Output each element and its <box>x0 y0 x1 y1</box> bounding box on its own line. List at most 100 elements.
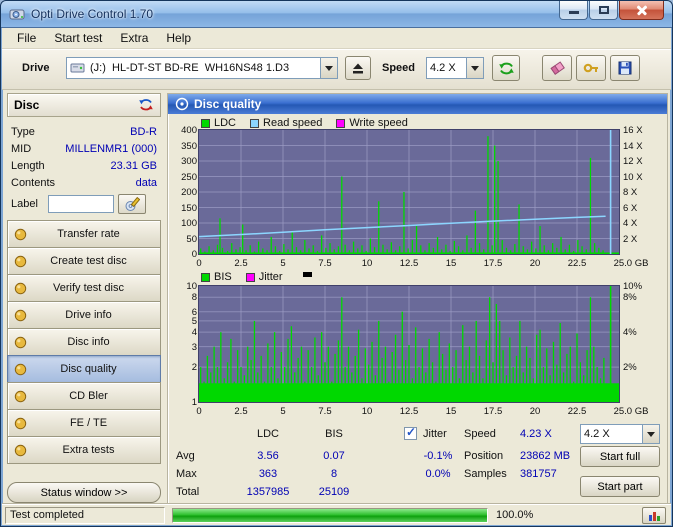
x-axis-tick: 22.5 <box>568 258 587 269</box>
y-axis-tick-right: 12 X <box>623 156 643 167</box>
y-axis-tick-left: 8 <box>171 292 197 303</box>
speed-select-value: 4.2 X <box>581 428 642 440</box>
sidebar-item-disc-info[interactable]: Disc info <box>7 328 161 356</box>
speed-stat-value: 4.23 X <box>520 428 552 440</box>
y-axis-tick-left: 10 <box>171 281 197 292</box>
write-speed-swatch-icon <box>336 119 345 128</box>
drive-select-value: (J:) HL-DT-ST BD-RE WH16NS48 1.D3 <box>87 62 320 74</box>
total-bis-value: 25109 <box>304 486 364 498</box>
sidebar-item-transfer-rate[interactable]: Transfer rate <box>7 220 161 248</box>
speed-select-toolbar[interactable]: 4.2 X <box>426 57 484 79</box>
eject-button[interactable] <box>345 56 371 80</box>
y-axis-tick-right: 2 X <box>623 234 637 245</box>
avg-bis-value: 0.07 <box>304 450 364 462</box>
save-icon <box>617 60 633 76</box>
disc-pencil-icon <box>124 196 140 212</box>
edit-label-button[interactable] <box>118 194 146 214</box>
samples-label: Samples <box>464 468 507 480</box>
refresh-button[interactable] <box>492 55 520 81</box>
maximize-button[interactable] <box>589 1 618 20</box>
drive-icon <box>70 60 85 76</box>
legend-item-ldc: LDC <box>201 117 236 129</box>
sidebar-nav: Transfer rateCreate test disc Verify test… <box>7 221 161 464</box>
chevron-down-icon[interactable] <box>642 425 659 443</box>
x-axis-tick: 17.5 <box>484 258 503 269</box>
menu-item-start-test[interactable]: Start test <box>45 28 111 48</box>
panel-header: Disc quality <box>168 94 667 114</box>
sidebar-item-label: Verify test disc <box>27 282 160 294</box>
sidebar-item-label: Disc info <box>27 336 160 348</box>
x-axis-tick: 7.5 <box>318 406 331 417</box>
legend-item-read-speed: Read speed <box>250 117 322 129</box>
y-axis-tick-right: 4% <box>623 327 637 338</box>
bis-swatch-icon <box>201 273 210 282</box>
max-row-label: Max <box>176 468 197 480</box>
y-axis-tick-left: 400 <box>171 125 197 136</box>
chart1-legend: LDCRead speedWrite speed <box>201 117 422 129</box>
sidebar-item-create-test-disc[interactable]: Create test disc <box>7 247 161 275</box>
extra-tests-icon <box>14 444 27 457</box>
sidebar-item-fe-te[interactable]: FE / TE <box>7 409 161 437</box>
disc-info-row-contents: Contentsdata <box>11 174 157 191</box>
refresh-disc-icon[interactable] <box>138 98 154 112</box>
status-chart-button[interactable] <box>642 507 666 524</box>
titlebar[interactable]: Opti Drive Control 1.70 <box>1 1 672 28</box>
sidebar-item-cd-bler[interactable]: CD Bler <box>7 382 161 410</box>
progress-bar <box>172 508 488 523</box>
ldc-swatch-icon <box>201 119 210 128</box>
y-axis-tick-left: 5 <box>171 316 197 327</box>
start-full-button[interactable]: Start full <box>580 446 660 467</box>
avg-ldc-value: 3.56 <box>228 450 308 462</box>
y-axis-tick-left: 2 <box>171 362 197 373</box>
start-part-button[interactable]: Start part <box>580 476 660 497</box>
sidebar-item-drive-info[interactable]: Drive info <box>7 301 161 329</box>
sidebar-item-extra-tests[interactable]: Extra tests <box>7 436 161 464</box>
avg-row-label: Avg <box>176 450 195 462</box>
disc-panel-title: Disc <box>14 98 39 112</box>
menu-item-help[interactable]: Help <box>157 28 200 48</box>
x-axis-tick: 20 <box>530 406 541 417</box>
max-bis-value: 8 <box>304 468 364 480</box>
sidebar-item-label: Extra tests <box>27 444 160 456</box>
x-axis-tick: 10 <box>362 406 373 417</box>
ldc-column-header: LDC <box>228 428 308 440</box>
position-label: Position <box>464 450 503 462</box>
close-button[interactable] <box>619 1 664 20</box>
minimize-button[interactable] <box>559 1 588 20</box>
legend-label: BIS <box>214 271 232 283</box>
x-axis-tick: 15 <box>446 258 457 269</box>
sidebar-item-label: Disc quality <box>27 363 160 375</box>
drive-label: Drive <box>22 62 50 74</box>
info-label: Length <box>11 160 45 172</box>
sidebar-item-disc-quality[interactable]: Disc quality <box>7 355 161 383</box>
x-axis-tick: 2.5 <box>234 258 247 269</box>
drive-select[interactable]: (J:) HL-DT-ST BD-RE WH16NS48 1.D3 <box>66 57 338 79</box>
jitter-swatch-icon <box>246 273 255 282</box>
chevron-down-icon[interactable] <box>320 58 337 78</box>
save-button[interactable] <box>610 55 640 81</box>
y-axis-tick-left: 1 <box>171 397 197 408</box>
fe-te-icon <box>14 417 27 430</box>
speed-select[interactable]: 4.2 X <box>580 424 660 444</box>
license-key-button[interactable] <box>576 55 606 81</box>
status-window-button[interactable]: Status window >> <box>7 482 161 503</box>
sidebar-item-verify-test-disc[interactable]: Verify test disc <box>7 274 161 302</box>
menu-item-extra[interactable]: Extra <box>111 28 157 48</box>
sidebar-item-label: Drive info <box>27 309 160 321</box>
y-axis-tick-left: 3 <box>171 342 197 353</box>
label-input[interactable] <box>48 195 114 213</box>
y-axis-tick-left: 4 <box>171 327 197 338</box>
info-label: Contents <box>11 177 55 189</box>
jitter-checkbox[interactable]: ✓ <box>404 427 417 440</box>
menu-item-file[interactable]: File <box>8 28 45 48</box>
chevron-down-icon[interactable] <box>466 58 483 78</box>
erase-disc-button[interactable] <box>542 55 572 81</box>
status-bar: Test completed 100.0% <box>2 504 671 525</box>
sidebar-item-label: CD Bler <box>27 390 160 402</box>
disc-info: TypeBD-RMIDMILLENMR1 (000)Length23.31 GB… <box>11 123 157 191</box>
max-ldc-value: 363 <box>228 468 308 480</box>
y-axis-tick-left: 350 <box>171 141 197 152</box>
panel-title: Disc quality <box>194 97 261 111</box>
key-icon <box>583 60 600 76</box>
mini-chart-icon <box>648 510 661 522</box>
